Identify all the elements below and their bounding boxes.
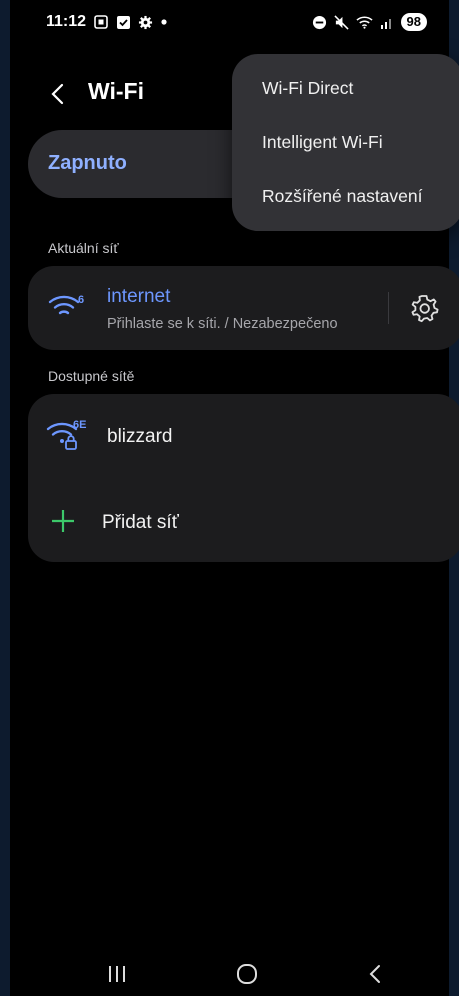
available-networks-card: 6E blizzard Přidat síť — [28, 394, 459, 562]
current-network-label: Aktuální síť — [48, 240, 119, 256]
add-network-label: Přidat síť — [102, 512, 179, 533]
wifi-badge: 6E — [73, 419, 86, 431]
menu-item-intelligent-wifi[interactable]: Intelligent Wi-Fi — [262, 132, 383, 153]
back-button[interactable] — [44, 80, 72, 108]
toggle-label: Zapnuto — [48, 152, 127, 174]
phone-screen: 11:12 98 Wi-Fi Zapnuto Aktuální síť 6 in… — [0, 0, 459, 996]
wifi-badge: 6 — [78, 294, 84, 306]
network-settings-button[interactable] — [408, 292, 440, 324]
network-item-blizzard[interactable]: 6E blizzard — [28, 408, 459, 464]
menu-item-wifi-direct[interactable]: Wi-Fi Direct — [262, 78, 353, 99]
gear-icon — [411, 295, 439, 323]
overflow-menu: Wi-Fi Direct Intelligent Wi-Fi Rozšířené… — [232, 54, 459, 231]
battery-badge: 98 — [400, 13, 427, 31]
wifi-icon — [355, 15, 373, 29]
message-icon — [116, 15, 131, 30]
back-icon[interactable] — [367, 963, 383, 990]
do-not-disturb-icon — [312, 15, 327, 30]
divider — [388, 292, 389, 324]
chevron-left-icon — [51, 83, 64, 105]
clock: 11:12 — [46, 13, 87, 30]
dot-icon — [160, 18, 168, 26]
recents-icon[interactable] — [107, 963, 127, 990]
home-icon[interactable] — [236, 963, 258, 990]
wifi-icon: 6 — [48, 292, 88, 325]
menu-item-advanced-settings[interactable]: Rozšířené nastavení — [262, 186, 423, 207]
current-network-card[interactable]: 6 internet Přihlaste se k síti. / Nezabe… — [28, 266, 459, 350]
wifi-lock-icon: 6E — [46, 418, 90, 459]
status-bar: 11:12 98 — [46, 10, 427, 34]
screenshot-icon — [93, 14, 109, 30]
status-right: 98 — [312, 13, 427, 31]
add-network-button[interactable]: Přidat síť — [28, 494, 459, 550]
plus-icon — [50, 508, 76, 539]
status-left: 11:12 — [46, 13, 168, 31]
current-network-status: Přihlaste se k síti. / Nezabezpečeno — [107, 316, 338, 332]
signal-icon — [380, 15, 394, 29]
network-name: blizzard — [107, 426, 173, 447]
navigation-bar — [10, 955, 459, 995]
available-networks-label: Dostupné sítě — [48, 368, 135, 384]
settings-gear-icon — [138, 15, 153, 30]
mute-icon — [333, 14, 349, 30]
page-title: Wi-Fi — [88, 78, 144, 104]
current-network-name: internet — [107, 286, 171, 307]
